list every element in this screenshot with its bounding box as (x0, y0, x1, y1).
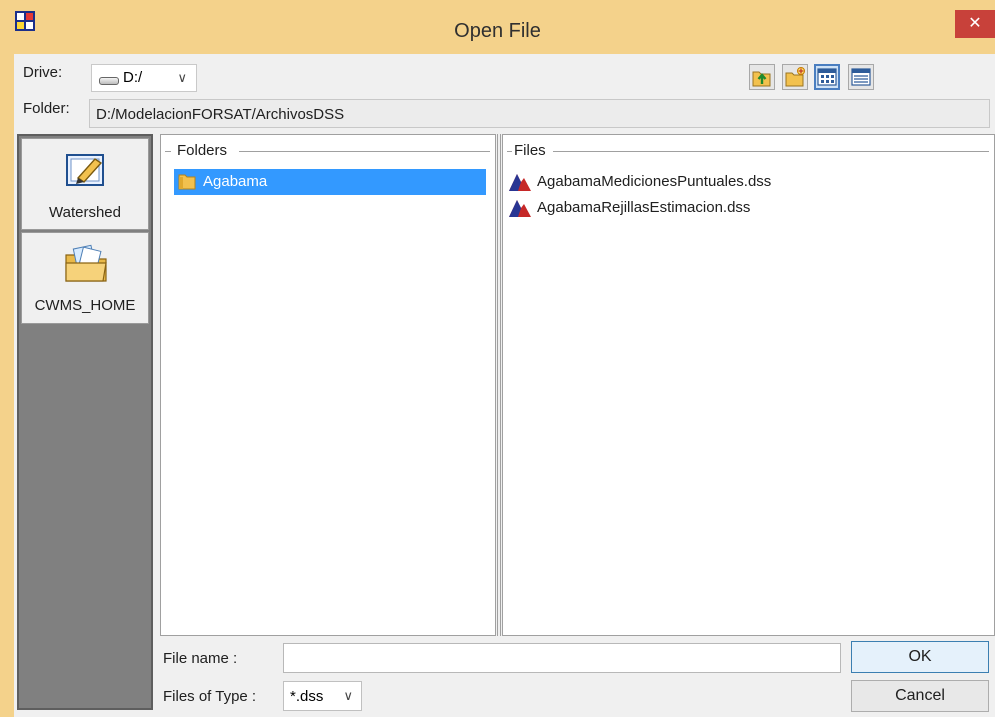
up-one-level-button[interactable] (749, 64, 775, 90)
file-item[interactable]: AgabamaRejillasEstimacion.dss (508, 196, 808, 220)
panel-splitter[interactable] (497, 134, 501, 636)
group-border (507, 151, 512, 152)
dss-file-icon (509, 174, 531, 191)
open-file-dialog: Open File ✕ Drive: D:/ ∨ Folder: D:/Mode… (0, 0, 995, 717)
list-view-button[interactable] (814, 64, 840, 90)
drive-select[interactable]: D:/ ∨ (91, 64, 197, 92)
file-item-label: AgabamaMedicionesPuntuales.dss (537, 173, 772, 190)
dialog-body: Drive: D:/ ∨ Folder: D:/ModelacionFORSAT… (14, 54, 995, 717)
folder-item-label: Agabama (203, 173, 268, 190)
chevron-down-icon: ∨ (343, 688, 353, 703)
ok-button[interactable]: OK (851, 641, 989, 673)
file-type-select[interactable]: *.dss ∨ (283, 681, 362, 711)
new-folder-button[interactable] (782, 64, 808, 90)
up-one-level-icon (752, 71, 771, 87)
chevron-down-icon: ∨ (177, 70, 187, 85)
group-border (239, 151, 490, 152)
file-item-label: AgabamaRejillasEstimacion.dss (537, 199, 751, 216)
place-label: CWMS_HOME (34, 297, 136, 314)
group-border (553, 151, 989, 152)
list-view-icon (817, 68, 837, 86)
folder-item-agabama[interactable]: Agabama (174, 169, 486, 195)
watershed-icon (66, 154, 104, 186)
dss-file-icon (509, 200, 531, 217)
close-button[interactable]: ✕ (955, 10, 995, 38)
folder-path-field: D:/ModelacionFORSAT/ArchivosDSS (89, 99, 990, 128)
cancel-button[interactable]: Cancel (851, 680, 989, 712)
places-bar: Watershed CWMS_HOME (17, 134, 153, 710)
folder-label: Folder: (23, 100, 70, 117)
file-name-input[interactable] (283, 643, 841, 673)
place-label: Watershed (49, 204, 121, 221)
file-type-label: Files of Type : (163, 688, 257, 705)
folder-icon (65, 244, 107, 282)
new-folder-icon (785, 67, 805, 87)
file-type-value: *.dss (290, 688, 324, 705)
folders-panel (160, 134, 496, 636)
details-view-button[interactable] (848, 64, 874, 90)
file-item[interactable]: AgabamaMedicionesPuntuales.dss (508, 170, 828, 194)
file-name-label: File name : (163, 650, 238, 667)
folder-icon (178, 174, 196, 190)
drive-label: Drive: (23, 64, 63, 81)
drive-value: D:/ (123, 69, 143, 86)
details-view-icon (851, 68, 871, 86)
group-border (165, 151, 171, 152)
drive-icon (99, 77, 119, 85)
folders-title: Folders (176, 142, 229, 159)
place-watershed[interactable]: Watershed (21, 138, 149, 230)
place-cwms-home[interactable]: CWMS_HOME (21, 232, 149, 324)
window-title: Open File (454, 20, 541, 42)
title-bar[interactable]: Open File ✕ (0, 0, 995, 54)
files-title: Files (513, 142, 547, 159)
